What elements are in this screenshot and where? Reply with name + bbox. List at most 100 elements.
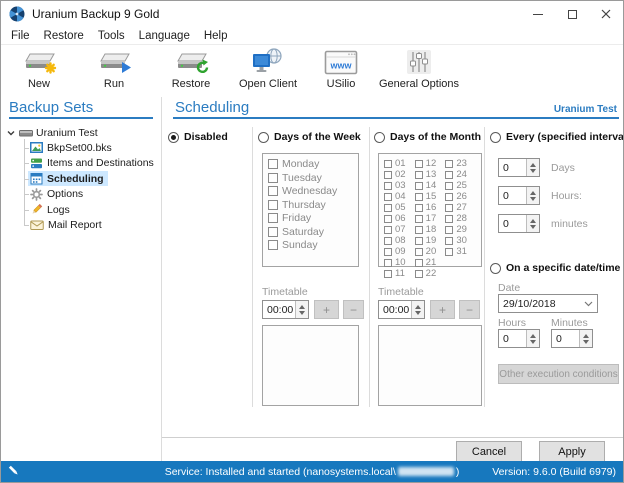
week-time-spinner[interactable]: 00:00 [262, 300, 309, 319]
month-day-checkbox-row[interactable]: 18 [414, 224, 446, 235]
menu-item[interactable]: Tools [91, 27, 132, 45]
month-day-checkbox-row[interactable]: 23 [445, 158, 476, 169]
cancel-button[interactable]: Cancel [456, 441, 522, 462]
radio-icon [490, 262, 501, 274]
month-day-checkbox-row[interactable]: 06 [384, 213, 415, 224]
month-day-checkbox-row[interactable]: 04 [384, 191, 415, 202]
month-time-spinner[interactable]: 00:00 [378, 300, 425, 319]
month-day-checkbox-row[interactable]: 10 [384, 257, 415, 268]
menu-item[interactable]: Help [197, 27, 235, 45]
weekday-listbox[interactable]: Monday Tuesday Wednesday Thursday Friday… [262, 153, 359, 267]
tree-item-logs[interactable]: Logs [1, 202, 159, 218]
tree-item-scheduling[interactable]: Scheduling [1, 171, 159, 187]
spinner-arrows[interactable] [526, 187, 539, 204]
month-day-checkbox-row[interactable]: 14 [414, 180, 446, 191]
weekday-checkbox-row[interactable]: Thursday [268, 199, 353, 211]
month-day-checkbox-row[interactable]: 31 [445, 246, 476, 257]
radio-disabled[interactable]: Disabled [168, 131, 228, 143]
interval-rows: 0 Days 0 Hours: 0 minutes [498, 158, 588, 233]
spinner-arrows[interactable] [526, 330, 539, 347]
hours-spinner[interactable]: 0 [498, 329, 540, 348]
month-day-checkbox-row[interactable]: 09 [384, 246, 415, 257]
close-button[interactable] [589, 1, 623, 27]
tree-item-bkpset[interactable]: BkpSet00.bks [1, 140, 159, 156]
month-day-checkbox-row[interactable]: 13 [414, 169, 446, 180]
month-day-checkbox-row[interactable]: 07 [384, 224, 415, 235]
radio-days-of-week[interactable]: Days of the Week [258, 131, 361, 143]
spinner-arrows[interactable] [526, 215, 539, 232]
down-arrow-icon [530, 339, 536, 344]
interval-spinner[interactable]: 0 [498, 158, 540, 177]
run-button[interactable]: Run [86, 48, 142, 90]
month-day-checkbox-row[interactable]: 30 [445, 235, 476, 246]
new-button[interactable]: New [11, 48, 67, 90]
week-add-time-button[interactable]: + [314, 300, 339, 319]
maximize-button[interactable] [555, 1, 589, 27]
month-day-checkbox-row[interactable]: 16 [414, 202, 446, 213]
menu-item[interactable]: Restore [37, 27, 91, 45]
other-execution-conditions-button[interactable]: Other execution conditions [498, 364, 619, 384]
month-day-checkbox-row[interactable]: 08 [384, 235, 415, 246]
restore-button[interactable]: Restore [161, 48, 221, 90]
radio-specific-datetime[interactable]: On a specific date/time [490, 262, 620, 274]
spinner-arrows[interactable] [526, 159, 539, 176]
checkbox-icon [384, 214, 392, 223]
week-times-listbox[interactable] [262, 325, 359, 406]
month-day-checkbox-row[interactable]: 28 [445, 213, 476, 224]
main-header: Scheduling [175, 99, 250, 116]
menu-item[interactable]: File [4, 27, 37, 45]
monthday-listbox[interactable]: 01 02 03 04 05 06 07 08 09 10 11 12 13 1… [378, 153, 482, 279]
month-times-listbox[interactable] [378, 325, 482, 406]
month-add-time-button[interactable]: + [430, 300, 455, 319]
weekday-checkbox-row[interactable]: Wednesday [268, 185, 353, 197]
picture-icon [30, 142, 43, 154]
month-day-checkbox-row[interactable]: 03 [384, 180, 415, 191]
date-dropdown[interactable]: 29/10/2018 [498, 294, 598, 313]
month-day-checkbox-row[interactable]: 25 [445, 180, 476, 191]
month-day-checkbox-row[interactable]: 20 [414, 246, 446, 257]
weekday-checkbox-row[interactable]: Monday [268, 158, 353, 170]
weekday-checkbox-row[interactable]: Saturday [268, 226, 353, 238]
weekday-checkbox-row[interactable]: Friday [268, 212, 353, 224]
general-options-button[interactable]: General Options [373, 48, 465, 90]
radio-interval[interactable]: Every (specified interval) [490, 131, 623, 143]
tree-item-label: Logs [47, 203, 70, 216]
tree-item-items-destinations[interactable]: Items and Destinations [1, 156, 159, 172]
month-day-checkbox-row[interactable]: 12 [414, 158, 446, 169]
month-day-checkbox-row[interactable]: 19 [414, 235, 446, 246]
month-day-checkbox-row[interactable]: 24 [445, 169, 476, 180]
month-day-checkbox-row[interactable]: 01 [384, 158, 415, 169]
menu-item[interactable]: Language [132, 27, 197, 45]
tree-item-uranium-test[interactable]: Uranium Test [1, 125, 159, 140]
interval-spinner[interactable]: 0 [498, 214, 540, 233]
apply-button[interactable]: Apply [539, 441, 605, 462]
month-day-checkbox-row[interactable]: 29 [445, 224, 476, 235]
month-day-checkbox-row[interactable]: 05 [384, 202, 415, 213]
month-day-checkbox-row[interactable]: 21 [414, 257, 446, 268]
spinner-arrows[interactable] [411, 301, 424, 318]
month-day-checkbox-row[interactable]: 22 [414, 268, 446, 279]
month-day-checkbox-row[interactable]: 15 [414, 191, 446, 202]
minutes-spinner[interactable]: 0 [551, 329, 593, 348]
month-day-checkbox-row[interactable]: 02 [384, 169, 415, 180]
weekday-checkbox-row[interactable]: Tuesday [268, 172, 353, 184]
spinner-arrows[interactable] [295, 301, 308, 318]
month-day-checkbox-row[interactable]: 11 [384, 268, 415, 279]
radio-icon [168, 131, 179, 143]
radio-days-of-month[interactable]: Days of the Month [374, 131, 481, 143]
month-remove-time-button[interactable]: − [459, 300, 480, 319]
chevron-down-icon[interactable] [6, 128, 16, 138]
week-remove-time-button[interactable]: − [343, 300, 364, 319]
weekday-checkbox-row[interactable]: Sunday [268, 239, 353, 251]
interval-spinner[interactable]: 0 [498, 186, 540, 205]
spinner-arrows[interactable] [579, 330, 592, 347]
minimize-button[interactable] [521, 1, 555, 27]
month-day-checkbox-row[interactable]: 27 [445, 202, 476, 213]
open-client-button[interactable]: Open Client [229, 48, 307, 90]
usilio-button[interactable]: www USilio [311, 48, 371, 90]
tree-item-mail-report[interactable]: Mail Report [1, 218, 159, 234]
month-day-checkbox-row[interactable]: 26 [445, 191, 476, 202]
service-status: Service: Installed and started (nanosyst… [165, 466, 460, 478]
month-day-checkbox-row[interactable]: 17 [414, 213, 446, 224]
tree-item-options[interactable]: Options [1, 187, 159, 203]
